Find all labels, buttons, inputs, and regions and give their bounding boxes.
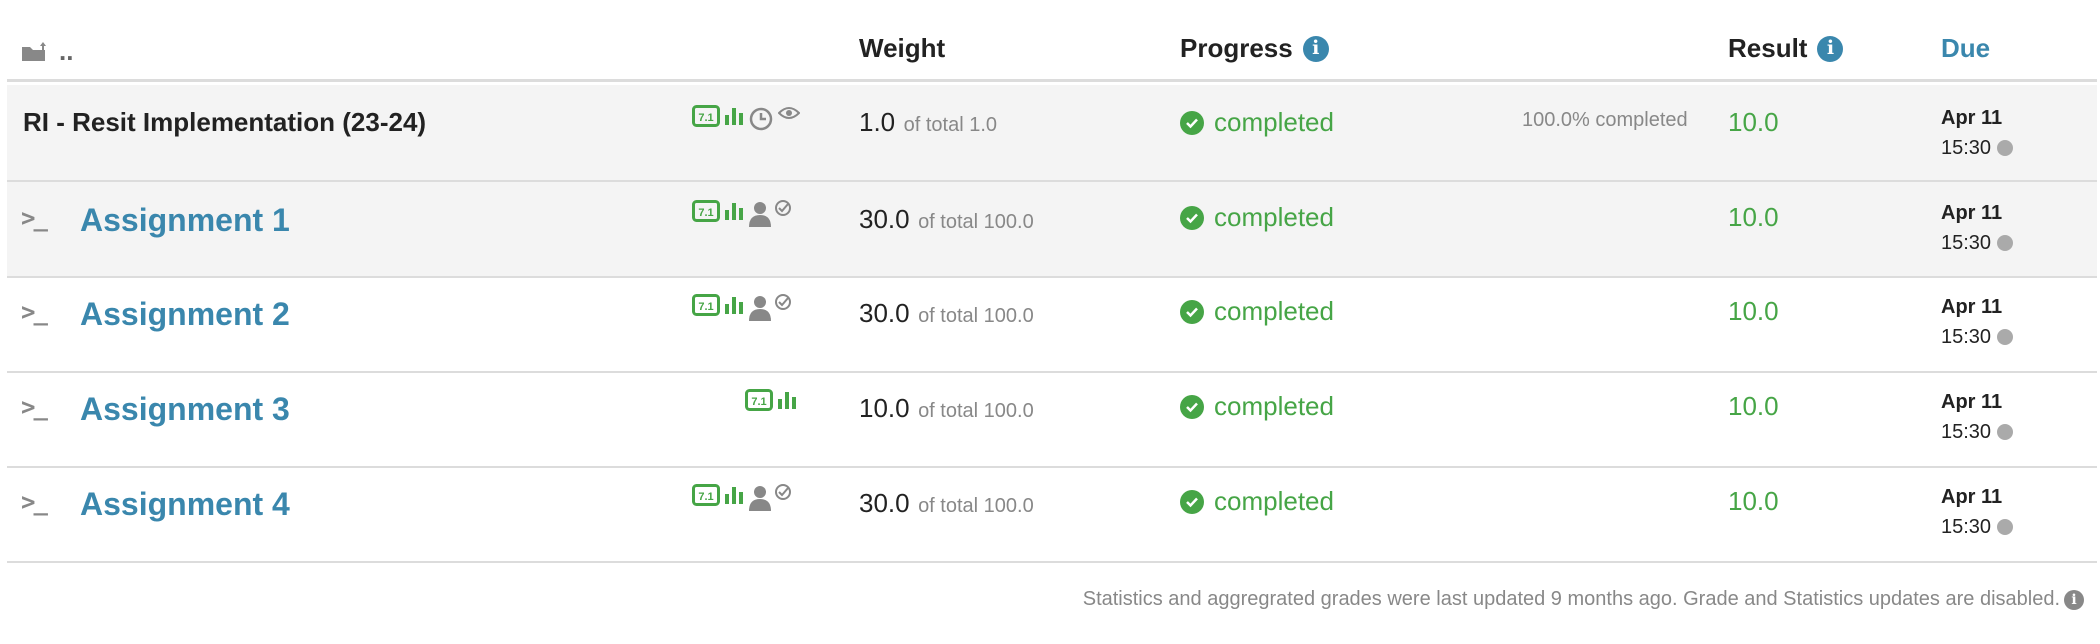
terminal-icon: >_ [21,298,48,326]
row-icons: 7.1 [692,200,792,228]
due-date: Apr 11 [1941,486,2003,508]
grade-icon[interactable]: 7.1 [692,294,720,316]
user-check-icon[interactable] [748,200,792,228]
terminal-icon: >_ [21,488,48,516]
terminal-icon: >_ [21,393,48,421]
globe-icon [1997,329,2014,345]
due-time: 15:30 [1941,133,2014,163]
progress-cell: completed [1180,486,1334,517]
percent-completed: 100.0% completed [1522,109,1688,131]
bar-chart-icon[interactable] [777,389,797,411]
due-date: Apr 11 [1941,296,2003,318]
result-value: 10.0 [1728,202,1779,232]
bar-chart-icon[interactable] [724,484,744,506]
progress-info-icon[interactable]: i [1302,35,1329,62]
table-row: >_ Assignment 3 7.1 10.0 of total 100.0 … [7,373,2097,468]
assignment-link[interactable]: Assignment 4 [80,486,290,523]
parent-folder-label: .. [59,36,74,66]
row-icons: 7.1 [692,484,792,512]
due-cell: Apr 11 15:30 [1941,198,2014,258]
info-icon[interactable]: i [2064,589,2084,610]
grades-overview: .. Weight Progress i Result i Due RI - R… [0,0,2100,644]
grade-icon[interactable]: 7.1 [692,105,720,127]
globe-icon [1997,519,2014,535]
due-time: 15:30 [1941,512,2014,542]
weight-cell: 30.0 of total 100.0 [859,298,1034,328]
globe-icon [1997,235,2014,251]
terminal-icon: >_ [21,204,48,232]
table-row: >_ Assignment 1 7.1 30.0 of total 100.0 … [7,182,2097,278]
due-time: 15:30 [1941,417,2014,447]
weight-cell: 30.0 of total 100.0 [859,488,1034,518]
grade-icon[interactable]: 7.1 [692,484,720,506]
svg-text:7.1: 7.1 [698,491,713,503]
result-info-icon[interactable]: i [1817,35,1844,62]
grade-icon[interactable]: 7.1 [745,389,773,411]
due-time: 15:30 [1941,322,2014,352]
progress-cell: completed [1180,391,1334,422]
due-cell: Apr 11 15:30 [1941,482,2014,542]
result-value: 10.0 [1728,107,1779,137]
folder-up-icon [22,41,46,61]
user-check-icon[interactable] [748,484,792,512]
progress-cell: completed [1180,202,1334,233]
due-date: Apr 11 [1941,202,2003,224]
result-column-header: Result i [1728,33,1844,64]
user-check-icon[interactable] [748,294,792,322]
statistics-note: Statistics and aggregrated grades were l… [1083,588,2084,611]
globe-icon [1997,424,2014,440]
check-circle-icon [1180,110,1204,135]
svg-text:7.1: 7.1 [698,112,713,124]
table-row: >_ Assignment 4 7.1 30.0 of total 100.0 … [7,468,2097,563]
progress-column-header: Progress i [1180,33,1329,64]
bar-chart-icon[interactable] [724,105,744,127]
globe-icon [1997,140,2014,156]
course-title: RI - Resit Implementation (23-24) [23,107,427,137]
row-icons: 7.1 [745,389,797,411]
svg-text:7.1: 7.1 [698,207,713,219]
due-cell: Apr 11 15:30 [1941,103,2014,163]
table-row: RI - Resit Implementation (23-24) 7.1 1.… [7,85,2097,182]
result-value: 10.0 [1728,391,1779,421]
due-cell: Apr 11 15:30 [1941,387,2014,447]
due-column-header[interactable]: Due [1941,33,1990,64]
row-icons: 7.1 [692,294,792,322]
svg-text:7.1: 7.1 [751,396,766,408]
due-date: Apr 11 [1941,107,2003,129]
result-value: 10.0 [1728,486,1779,516]
progress-cell: completed [1180,296,1334,327]
bar-chart-icon[interactable] [724,294,744,316]
table-row: >_ Assignment 2 7.1 30.0 of total 100.0 … [7,278,2097,373]
check-circle-icon [1180,394,1204,419]
progress-cell: completed [1180,107,1334,138]
grade-icon[interactable]: 7.1 [692,200,720,222]
assignment-link[interactable]: Assignment 1 [80,202,290,239]
due-time: 15:30 [1941,228,2014,258]
bar-chart-icon[interactable] [724,200,744,222]
weight-column-header: Weight [859,33,946,63]
weight-cell: 30.0 of total 100.0 [859,204,1034,234]
clock-icon[interactable] [748,105,774,131]
parent-folder-link[interactable]: .. [21,36,73,67]
assignment-link[interactable]: Assignment 2 [80,296,290,333]
due-cell: Apr 11 15:30 [1941,292,2014,352]
assignment-link[interactable]: Assignment 3 [80,391,290,428]
due-date: Apr 11 [1941,391,2003,413]
result-value: 10.0 [1728,296,1779,326]
table-header: .. Weight Progress i Result i Due [7,0,2097,82]
check-circle-icon [1180,205,1204,230]
row-icons: 7.1 [692,105,800,131]
svg-text:7.1: 7.1 [698,301,713,313]
eye-icon[interactable] [778,105,800,121]
weight-cell: 1.0 of total 1.0 [859,107,998,137]
check-circle-icon [1180,489,1204,514]
weight-cell: 10.0 of total 100.0 [859,393,1034,423]
check-circle-icon [1180,299,1204,324]
